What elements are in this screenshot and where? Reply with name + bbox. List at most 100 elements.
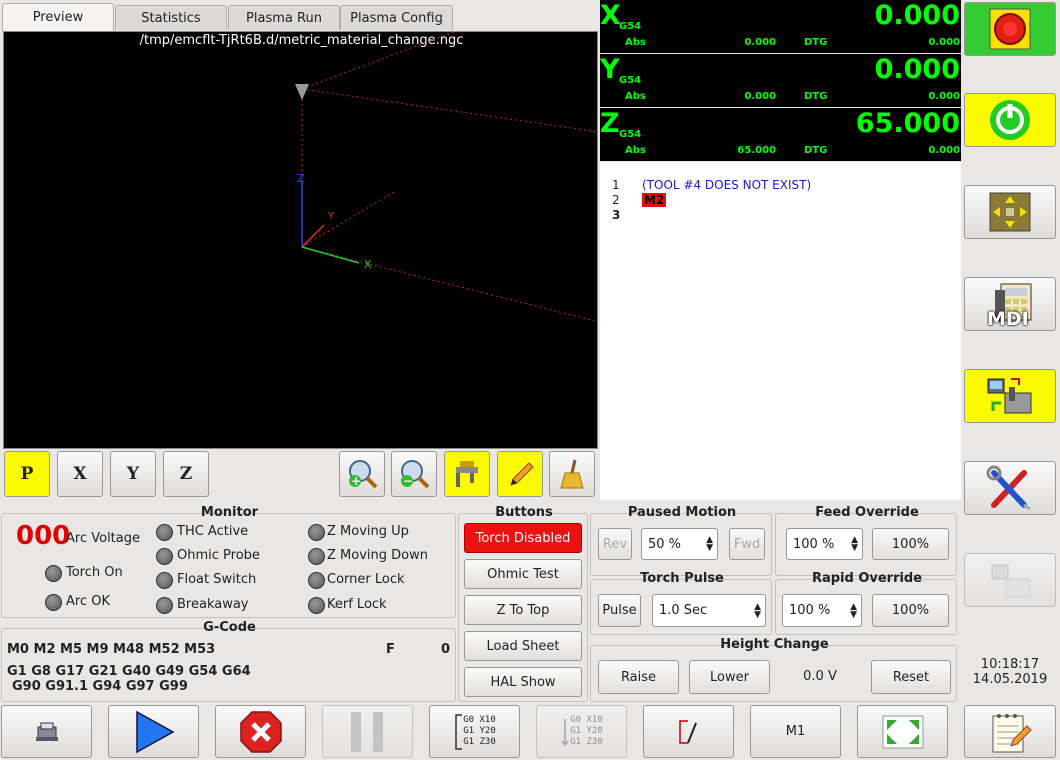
dro-abs-value: 65.000 <box>737 145 776 156</box>
dro-dtg-label: DTG <box>804 91 828 102</box>
dro-axis: Z <box>600 108 620 139</box>
gcode-line[interactable]: 1 (TOOL #4 DOES NOT EXIST) <box>612 178 811 192</box>
toolpath-preview[interactable]: /tmp/emcflt-TjRt6B.d/metric_material_cha… <box>3 31 598 449</box>
tool-cone <box>295 84 309 100</box>
play-icon <box>135 710 175 753</box>
lower-button[interactable]: Lower <box>689 660 770 694</box>
dro-z: Z G54 65.000 Abs 65.000 DTG 0.000 <box>600 108 961 161</box>
fwd-button[interactable]: Fwd <box>729 528 765 560</box>
svg-text:+: + <box>351 474 361 488</box>
pulse-time-spinbox[interactable]: 1.0 Sec ▲ ▼ <box>652 594 766 627</box>
caliper-icon <box>456 461 478 487</box>
step-line: G0 X10 <box>570 715 603 725</box>
rapid-override-title: Rapid Override <box>811 571 923 586</box>
monitor-title: Monitor <box>200 505 259 520</box>
breakaway-led <box>156 597 173 614</box>
fullscreen-icon <box>882 715 923 748</box>
hal-show-button[interactable]: HAL Show <box>464 667 582 697</box>
pause-icon <box>350 711 383 752</box>
view-z-button[interactable]: Z <box>163 451 209 497</box>
feed-override-spinbox[interactable]: 100 % ▲ ▼ <box>786 528 863 560</box>
load-sheet-button[interactable]: Load Sheet <box>464 631 582 661</box>
feed-override-value: 100 % <box>793 536 835 552</box>
buttons-panel: Buttons Torch Disabled Ohmic Test Z To T… <box>458 505 588 702</box>
z-to-top-button[interactable]: Z To Top <box>464 595 582 625</box>
tab-plasma-run[interactable]: Plasma Run <box>228 5 340 30</box>
height-reset-label: Reset <box>892 669 930 685</box>
pulse-button[interactable]: Pulse <box>598 594 641 627</box>
pulse-time-value: 1.0 Sec <box>659 603 708 618</box>
step-line: G1 Y20 <box>463 726 496 736</box>
dro-dtg-label: DTG <box>804 37 828 48</box>
dro-dtg-value: 0.000 <box>928 145 960 156</box>
z-moving-up-label: Z Moving Up <box>327 524 409 539</box>
gcode-line[interactable]: 3 <box>612 208 642 222</box>
gcode-modal-title: G-Code <box>203 620 256 635</box>
paused-speed-spinbox[interactable]: 50 % ▲ ▼ <box>641 528 718 560</box>
optional-block-delete-button[interactable] <box>643 705 734 758</box>
feed-override-reset-label: 100% <box>891 536 930 552</box>
rapid-override-spinbox[interactable]: 100 % ▲ ▼ <box>782 594 862 627</box>
auto-mode-button[interactable] <box>964 369 1056 423</box>
tool-measure-button[interactable] <box>444 451 490 497</box>
settings-button[interactable] <box>964 461 1056 515</box>
zoom-out-button[interactable]: − <box>391 451 437 497</box>
gcode-modal-gcodes-1: G1 G8 G17 G21 G40 G49 G54 G64 <box>7 664 251 679</box>
cnc-machine-icon <box>987 378 1032 414</box>
open-file-icon <box>35 722 58 741</box>
arc-voltage-value: 000 <box>16 521 71 551</box>
view-p-button[interactable]: P <box>4 451 50 497</box>
tab-statistics[interactable]: Statistics <box>115 5 227 30</box>
feed-override-reset-button[interactable]: 100% <box>872 528 949 560</box>
ohmic-test-button[interactable]: Ohmic Test <box>464 559 582 589</box>
tab-preview[interactable]: Preview <box>2 3 114 31</box>
edit-gcode-button[interactable] <box>964 705 1056 758</box>
run-button[interactable] <box>108 705 199 758</box>
zoom-in-button[interactable]: + <box>339 451 385 497</box>
spin-arrows-icon: ▲ ▼ <box>754 601 761 620</box>
single-step-icon: G0 X10 G1 Y20 G1 Z30 <box>453 713 496 751</box>
view-x-button[interactable]: X <box>57 451 103 497</box>
raise-button[interactable]: Raise <box>598 660 679 694</box>
gcode-line-text: (TOOL #4 DOES NOT EXIST) <box>642 178 812 192</box>
mdi-button[interactable]: MDI <box>964 277 1056 331</box>
open-file-button[interactable] <box>1 705 92 758</box>
fullscreen-button[interactable] <box>857 705 948 758</box>
abort-button[interactable] <box>215 705 306 758</box>
pause-button[interactable] <box>322 705 413 758</box>
clear-plot-button[interactable] <box>549 451 595 497</box>
arc-ok-led <box>45 594 62 611</box>
torch-disabled-button[interactable]: Torch Disabled <box>464 523 582 553</box>
single-step-button[interactable]: G0 X10 G1 Y20 G1 Z30 <box>429 705 520 758</box>
height-reset-button[interactable]: Reset <box>871 660 951 694</box>
block-delete-icon <box>678 719 697 744</box>
machine-power-button[interactable] <box>964 93 1056 147</box>
tab-label: Plasma Config <box>350 10 443 26</box>
dro-coordsys: G54 <box>619 21 642 32</box>
m1-button[interactable]: M1 <box>750 705 841 758</box>
run-from-line-button[interactable]: G0 X10 G1 Y20 G1 Z30 <box>536 705 627 758</box>
dro-abs-label: Abs <box>625 37 646 48</box>
tab-label: Plasma Run <box>246 10 322 26</box>
jog-mode-button[interactable] <box>964 185 1056 239</box>
rapid-override-reset-button[interactable]: 100% <box>872 594 949 627</box>
preview-axis-x: X <box>364 258 372 271</box>
rev-button[interactable]: Rev <box>598 528 632 560</box>
arc-ok-label: Arc OK <box>66 594 110 609</box>
tab-plasma-config[interactable]: Plasma Config <box>340 5 453 30</box>
spin-arrows-icon: ▲ ▼ <box>850 601 857 620</box>
dro-axis: Y <box>600 54 620 85</box>
draw-path-button[interactable] <box>497 451 543 497</box>
zoom-in-icon: + <box>349 460 378 489</box>
step-line: G1 Y20 <box>570 726 603 736</box>
gcode-listing[interactable]: 1 (TOOL #4 DOES NOT EXIST) 2 M2 3 <box>600 162 961 500</box>
tools-icon <box>986 465 1031 511</box>
gcode-line[interactable]: 2 M2 <box>612 193 667 207</box>
view-y-button[interactable]: Y <box>110 451 156 497</box>
buttons-title: Buttons <box>495 505 553 520</box>
unavailable-button[interactable] <box>964 553 1056 607</box>
estop-button[interactable] <box>964 2 1056 56</box>
z-to-top-label: Z To Top <box>496 602 550 618</box>
height-change-voltage: 0.0 V <box>803 669 837 684</box>
jog-arrows-icon <box>989 192 1031 232</box>
